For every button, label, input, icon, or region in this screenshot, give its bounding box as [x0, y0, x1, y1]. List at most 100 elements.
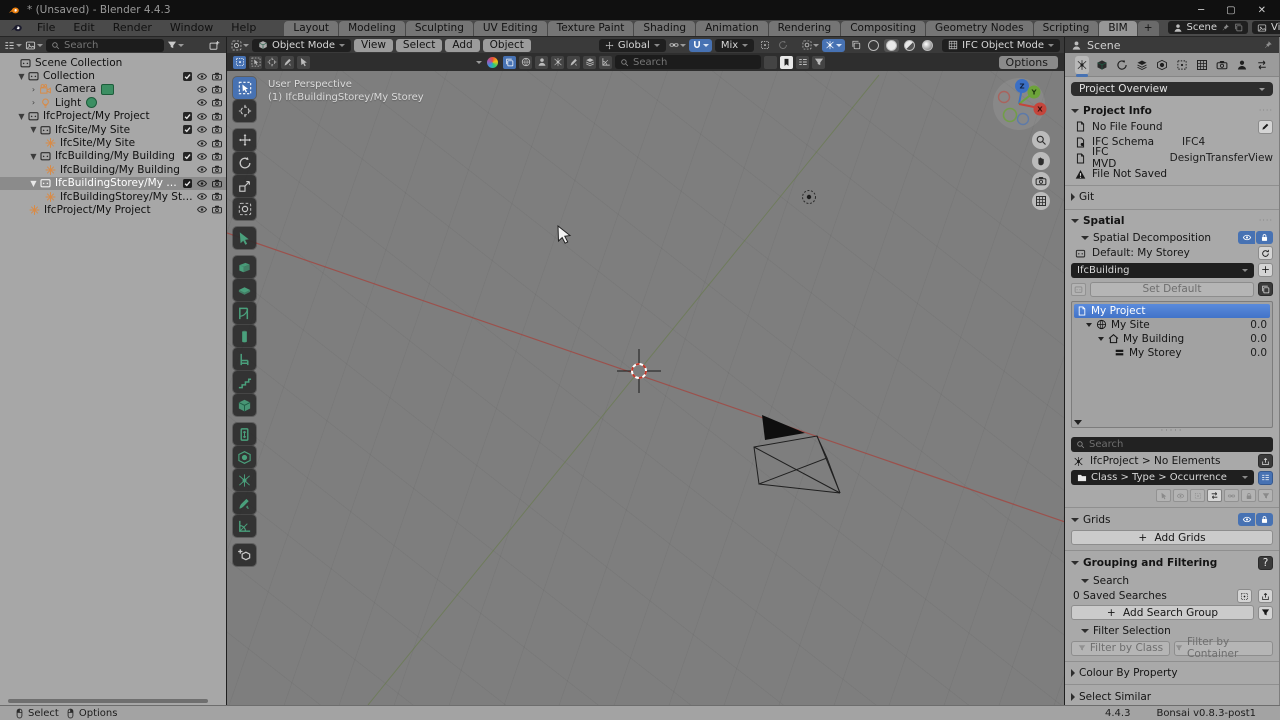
annotate-tool[interactable]	[233, 492, 256, 514]
collapse-icon[interactable]	[764, 56, 777, 69]
visibility-eye-toggle[interactable]	[1238, 231, 1255, 244]
tree-resize-handle[interactable]	[1074, 420, 1082, 425]
scene-selector[interactable]: Scene	[1168, 21, 1249, 34]
disable-render-icon[interactable]	[211, 111, 223, 122]
list-view-icon[interactable]	[796, 56, 809, 69]
select-menu[interactable]: Select	[396, 39, 442, 52]
tab-geometry-nodes[interactable]: Geometry Nodes	[926, 21, 1033, 36]
select-mode-box-icon[interactable]	[249, 56, 262, 69]
editor-type-icon[interactable]	[4, 39, 22, 52]
element-eye-icon[interactable]	[1173, 489, 1188, 502]
tab-object-icon[interactable]	[1095, 56, 1109, 74]
viewport-search[interactable]	[615, 55, 761, 69]
tab-material-icon[interactable]	[1155, 56, 1169, 74]
filter-icon[interactable]	[167, 39, 184, 52]
assign-container-button[interactable]	[1258, 454, 1273, 468]
camera-object[interactable]	[754, 415, 840, 493]
filter-selection-header[interactable]: Filter Selection	[1071, 624, 1273, 637]
spatial-search-input[interactable]	[1089, 439, 1268, 450]
hide-eye-icon[interactable]	[196, 111, 208, 122]
duct-tool[interactable]	[233, 423, 256, 445]
door-tool[interactable]	[233, 302, 256, 324]
outliner-row-scene-collection[interactable]: Scene Collection	[0, 56, 226, 69]
ifc-filter-world-icon[interactable]	[551, 56, 564, 69]
spatial-row-my-building[interactable]: My Building 0.0	[1074, 332, 1270, 346]
show-gizmo-icon[interactable]	[802, 39, 819, 52]
outliner-row-light[interactable]: › Light	[0, 96, 226, 109]
tab-shading[interactable]: Shading	[634, 21, 695, 36]
ifc-filter-spaces-icon[interactable]	[519, 56, 532, 69]
disable-render-icon[interactable]	[211, 204, 223, 215]
transform-orientation-dropdown[interactable]: Global	[599, 39, 666, 52]
menu-window[interactable]: Window	[162, 20, 221, 35]
pin-icon[interactable]	[1221, 23, 1230, 32]
tab-hierarchy-icon[interactable]	[1195, 56, 1209, 74]
outliner-row-ifcproject-collection[interactable]: ▼ IfcProject/My Project	[0, 110, 226, 123]
refresh-container-button[interactable]	[1258, 246, 1273, 260]
outliner-row-ifcbuildingstorey-object[interactable]: IfcBuildingStorey/My Storey	[0, 190, 226, 203]
menu-edit[interactable]: Edit	[65, 20, 102, 35]
hide-eye-icon[interactable]	[196, 97, 208, 108]
minimize-button[interactable]: ─	[1198, 5, 1204, 16]
ifc-filter-people-icon[interactable]	[535, 56, 548, 69]
select-mode-pick-icon[interactable]	[297, 56, 310, 69]
filter-by-class-button[interactable]: Filter by Class	[1071, 641, 1170, 656]
outliner-row-ifcbuildingstorey-collection[interactable]: ▼ IfcBuildingStorey/My Storey	[0, 177, 226, 190]
outliner-row-ifcbuilding-object[interactable]: IfcBuilding/My Building	[0, 163, 226, 176]
tab-rendering[interactable]: Rendering	[769, 21, 841, 36]
tab-uv-editing[interactable]: UV Editing	[474, 21, 547, 36]
hide-eye-icon[interactable]	[196, 124, 208, 135]
outliner-row-ifcproject-object[interactable]: IfcProject/My Project	[0, 203, 226, 216]
tab-bim[interactable]: BIM	[1099, 21, 1136, 36]
dimension-tool[interactable]	[233, 515, 256, 537]
tab-selection-icon[interactable]	[1175, 56, 1189, 74]
grouping-panel-header[interactable]: Grouping and Filtering ?	[1071, 556, 1273, 570]
grids-lock-toggle[interactable]	[1256, 513, 1273, 526]
disable-render-icon[interactable]	[211, 164, 223, 175]
proportional-editing-icon[interactable]	[757, 39, 772, 52]
add-container-button[interactable]: +	[1258, 263, 1273, 277]
tree-resize-grip[interactable]: ·····	[1071, 428, 1273, 435]
display-mode-icon[interactable]	[25, 39, 43, 52]
outliner-row-ifcbuilding-collection[interactable]: ▼ IfcBuilding/My Building	[0, 150, 226, 163]
add-workspace-button[interactable]: +	[1138, 21, 1159, 36]
set-default-button[interactable]: Set Default	[1090, 282, 1254, 297]
measure-add-tool[interactable]	[233, 544, 256, 566]
shading-solid-icon[interactable]	[884, 39, 899, 52]
snap-magnet-icon[interactable]	[689, 39, 712, 52]
element-select-icon[interactable]	[1156, 489, 1171, 502]
column-tool[interactable]	[233, 325, 256, 347]
outliner-row-ifcsite-collection[interactable]: ▼ IfcSite/My Site	[0, 123, 226, 136]
tab-sync-icon[interactable]	[1255, 56, 1269, 74]
options-button[interactable]: Options	[999, 56, 1058, 69]
furniture-tool[interactable]	[233, 348, 256, 370]
hide-eye-icon[interactable]	[196, 204, 208, 215]
outliner-horizontal-scrollbar[interactable]	[8, 699, 208, 703]
element-box-icon[interactable]	[1190, 489, 1205, 502]
editor-type-icon[interactable]	[231, 39, 249, 52]
pin-icon[interactable]	[1263, 40, 1273, 50]
rotate-tool[interactable]	[233, 152, 256, 174]
color-wheel-icon[interactable]	[485, 56, 500, 69]
blender-menu-icon[interactable]	[10, 21, 23, 34]
element-list-mode-button[interactable]	[1258, 471, 1273, 485]
spatial-search[interactable]	[1071, 437, 1273, 452]
shading-rendered-icon[interactable]	[920, 39, 935, 52]
search-subpanel-header[interactable]: Search	[1071, 574, 1273, 587]
slab-tool[interactable]	[233, 279, 256, 301]
add-menu[interactable]: Add	[445, 39, 479, 52]
exclude-checkbox-icon[interactable]	[182, 111, 193, 122]
cube-tool[interactable]	[233, 394, 256, 416]
ortho-toggle-button[interactable]	[1032, 192, 1050, 210]
grids-panel-header[interactable]: Grids	[1071, 513, 1273, 526]
select-mode-lasso-icon[interactable]	[281, 56, 294, 69]
tab-people-icon[interactable]	[1235, 56, 1249, 74]
transform-tool[interactable]	[233, 198, 256, 220]
light-object[interactable]	[803, 191, 816, 204]
element-filter-dropdown[interactable]: Class > Type > Occurrence	[1071, 470, 1254, 485]
element-link-icon[interactable]	[1224, 489, 1239, 502]
filter-by-container-button[interactable]: Filter by Container	[1174, 641, 1273, 656]
element-lock-icon[interactable]	[1241, 489, 1256, 502]
lock-toggle[interactable]	[1256, 231, 1273, 244]
search-filter-button[interactable]	[1258, 606, 1273, 620]
